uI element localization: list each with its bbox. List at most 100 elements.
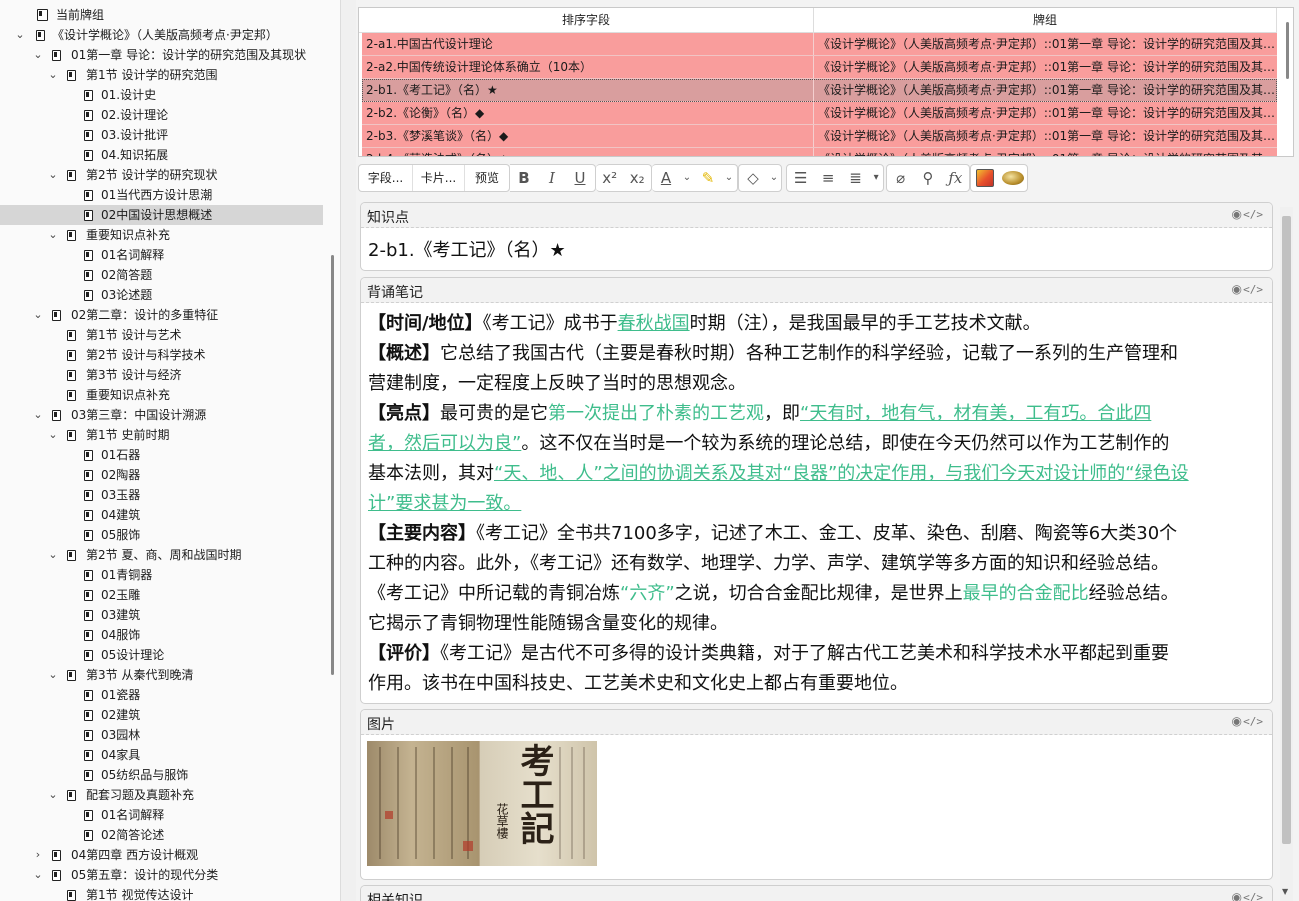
underline-icon[interactable]: U [566,165,594,191]
deck-tree-item[interactable]: 04服饰 [0,625,330,645]
sidebar-scrollbar[interactable] [331,255,334,675]
chevron-down-icon[interactable]: ⌄ [47,225,59,245]
scroll-down-arrow-icon[interactable]: ▼ [1282,887,1288,896]
eye-icon[interactable]: ◉ [1232,714,1242,728]
deck-tree-item[interactable]: ⌄ 第2节 夏、商、周和战国时期 [0,545,330,565]
deck-tree-item[interactable]: ⌄ 配套习题及真题补充 [0,785,330,805]
numbered-list-icon[interactable]: ≡ [814,165,841,191]
code-icon[interactable]: </> [1243,283,1263,296]
column-header-deck[interactable]: 牌组 [814,8,1277,32]
eye-icon[interactable]: ◉ [1232,207,1242,221]
deck-tree-item[interactable]: 03论述题 [0,285,330,305]
deck-tree-item[interactable]: 05设计理论 [0,645,330,665]
photo-plugin-icon[interactable] [999,165,1027,191]
deck-tree-item[interactable]: ⌄ 第2节 设计学的研究现状 [0,165,330,185]
chevron-down-icon[interactable]: ⌄ [47,65,59,85]
deck-tree-item[interactable]: ⌄ 第1节 设计学的研究范围 [0,65,330,85]
table-row[interactable]: 2-a2.中国传统设计理论体系确立（10本） 《设计学概论》（人美版高频考点·尹定… [362,56,1277,79]
deck-tree-item[interactable]: 02简答题 [0,265,330,285]
notes-editor[interactable]: 【时间/地位】《考工记》成书于春秋战国时期（注），是我国最早的手工艺技术文献。 … [368,309,1271,699]
chevron-down-icon[interactable]: ⌄ [767,165,781,191]
deck-tree-item[interactable]: › 04第四章 西方设计概观 [0,845,330,865]
deck-tree-item[interactable]: 01青铜器 [0,565,330,585]
deck-tree-item[interactable]: 03.设计批评 [0,125,330,145]
deck-tree-item[interactable]: ⌄ 重要知识点补充 [0,225,330,245]
kaogongji-book-image[interactable]: 考工記 花草樓 [367,741,597,866]
table-row[interactable]: 2-b3.《梦溪笔谈》（名）◆ 《设计学概论》（人美版高频考点·尹定邦）::01第… [362,125,1277,148]
chevron-down-icon[interactable]: ⌄ [47,545,59,565]
deck-tree-item[interactable]: 重要知识点补充 [0,385,330,405]
chevron-down-icon[interactable]: ⌄ [47,665,59,685]
fields-button[interactable]: 字段... [359,165,413,191]
eraser-icon[interactable]: ◇ [739,165,767,191]
chevron-down-icon[interactable]: ⌄ [32,405,44,425]
editor-scrollbar-thumb[interactable] [1282,216,1291,844]
align-icon[interactable]: ≣ [842,165,869,191]
pane-splitter[interactable] [340,0,356,901]
eye-icon[interactable]: ◉ [1232,282,1242,296]
deck-tree-item[interactable]: 01.设计史 [0,85,330,105]
deck-tree-item[interactable]: 04家具 [0,745,330,765]
deck-tree-item[interactable]: 02玉雕 [0,585,330,605]
deck-tree-item[interactable]: ⌄ 第3节 从秦代到晚清 [0,665,330,685]
superscript-icon[interactable]: x² [596,165,624,191]
chevron-down-icon[interactable]: ⌄ [47,425,59,445]
column-header-sort-field[interactable]: 排序字段 [359,8,814,32]
knowledge-point-editor[interactable]: 2-b1.《考工记》（名）★ [368,236,566,266]
deck-tree-item[interactable]: 04建筑 [0,505,330,525]
formula-icon[interactable]: ƒx [942,165,969,191]
deck-tree-item[interactable]: 02陶器 [0,465,330,485]
cards-button[interactable]: 卡片... [413,165,465,191]
chevron-down-icon[interactable]: ▾ [869,165,883,191]
deck-tree-item[interactable]: 第2节 设计与科学技术 [0,345,330,365]
chevron-down-icon[interactable]: ⌄ [32,305,44,325]
deck-tree-item[interactable]: ⌄ 03第三章：中国设计溯源 [0,405,330,425]
deck-tree-item[interactable]: 第3节 设计与经济 [0,365,330,385]
chevron-down-icon[interactable]: ⌄ [47,165,59,185]
color-pen-icon[interactable] [971,165,999,191]
deck-tree-item[interactable]: 01名词解释 [0,245,330,265]
chevron-down-icon[interactable]: ⌄ [14,25,26,45]
chevron-down-icon[interactable]: ⌄ [32,865,44,885]
deck-tree-item[interactable]: ⌄ 《设计学概论》（人美版高频考点·尹定邦） [0,25,330,45]
bold-icon[interactable]: B [510,165,538,191]
deck-tree-item[interactable]: ⌄ 第1节 史前时期 [0,425,330,445]
eye-icon[interactable]: ◉ [1232,890,1242,901]
chevron-down-icon[interactable]: ⌄ [722,165,736,191]
deck-tree-item[interactable]: 03建筑 [0,605,330,625]
deck-tree-item[interactable]: 02中国设计思想概述 [0,205,323,225]
table-row[interactable]: 2-b4.《营造法式》（名）◆《设计学概论》（人美版高频考点·尹定邦）::01第… [362,148,1277,156]
deck-tree-item[interactable]: ⌄ 01第一章 导论：设计学的研究范围及其现状 [0,45,330,65]
deck-tree-item[interactable]: 01名词解释 [0,805,330,825]
mic-icon[interactable]: ⚲ [914,165,941,191]
chevron-right-icon[interactable]: › [32,845,44,865]
italic-icon[interactable]: I [538,165,566,191]
code-icon[interactable]: </> [1243,891,1263,901]
attach-icon[interactable]: ⌀ [887,165,914,191]
deck-tree-item[interactable]: 03园林 [0,725,330,745]
code-icon[interactable]: </> [1243,208,1263,221]
preview-button[interactable]: 预览 [465,165,509,191]
table-scrollbar[interactable] [1286,22,1289,79]
code-icon[interactable]: </> [1243,715,1263,728]
deck-tree-item[interactable]: 02建筑 [0,705,330,725]
deck-tree-item[interactable]: ⌄ 02第二章：设计的多重特征 [0,305,330,325]
deck-tree-item[interactable]: 第1节 设计与艺术 [0,325,330,345]
current-deck-item[interactable]: 当前牌组 [0,5,330,25]
deck-tree-item[interactable]: 01当代西方设计思潮 [0,185,330,205]
chevron-down-icon[interactable]: ⌄ [680,165,694,191]
highlight-icon[interactable]: ✎ [694,165,722,191]
deck-tree-item[interactable]: ⌄ 05第五章：设计的现代分类 [0,865,330,885]
chevron-down-icon[interactable]: ⌄ [47,785,59,805]
table-row[interactable]: 2-b2.《论衡》（名）◆ 《设计学概论》（人美版高频考点·尹定邦）::01第一章… [362,102,1277,125]
deck-tree-item[interactable]: 05纺织品与服饰 [0,765,330,785]
bullet-list-icon[interactable]: ☰ [787,165,814,191]
table-row[interactable]: 2-b1.《考工记》（名）★ 《设计学概论》（人美版高频考点·尹定邦）::01第一… [362,79,1277,102]
deck-tree-item[interactable]: 01瓷器 [0,685,330,705]
text-color-icon[interactable]: A [652,165,680,191]
deck-tree-item[interactable]: 第1节 视觉传达设计 [0,885,330,901]
deck-tree-item[interactable]: 01石器 [0,445,330,465]
subscript-icon[interactable]: x₂ [624,165,652,191]
deck-tree-item[interactable]: 02简答论述 [0,825,330,845]
deck-tree-item[interactable]: 03玉器 [0,485,330,505]
